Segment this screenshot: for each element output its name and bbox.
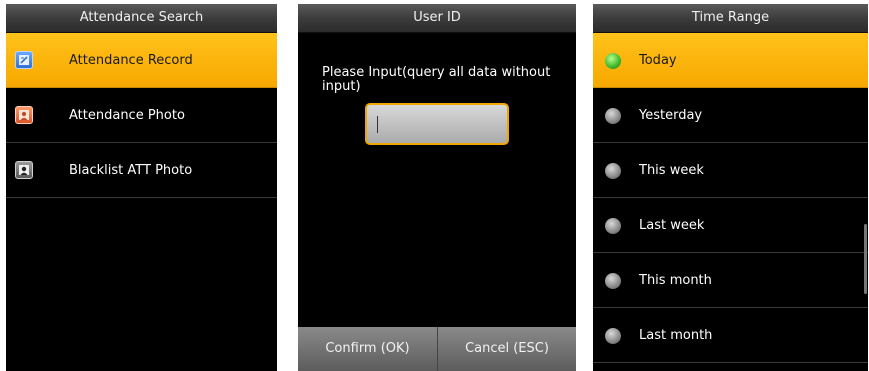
cancel-button[interactable]: Cancel (ESC) — [438, 327, 576, 371]
record-icon — [15, 51, 33, 69]
attendance-search-screen: Attendance Search Attendance Record Atte… — [6, 4, 277, 371]
option-label: Last week — [639, 218, 705, 233]
menu-item-blacklist-att-photo[interactable]: Blacklist ATT Photo — [6, 143, 277, 198]
input-prompt: Please Input(query all data without inpu… — [322, 65, 551, 94]
button-bar: Confirm (OK) Cancel (ESC) — [298, 327, 576, 371]
option-label: Last month — [639, 328, 713, 343]
radio-icon — [605, 328, 621, 344]
screen-title: User ID — [298, 4, 576, 33]
radio-icon — [605, 218, 621, 234]
option-label: This week — [639, 163, 704, 178]
radio-icon — [605, 273, 621, 289]
scrollbar[interactable] — [864, 224, 867, 294]
option-this-week[interactable]: This week — [593, 143, 868, 198]
text-caret — [377, 116, 378, 133]
menu-item-label: Blacklist ATT Photo — [69, 163, 193, 178]
time-range-screen: Time Range Today Yesterday This week Las… — [593, 4, 868, 371]
option-label: Yesterday — [639, 108, 703, 123]
option-last-month[interactable]: Last month — [593, 308, 868, 363]
confirm-button[interactable]: Confirm (OK) — [298, 327, 438, 371]
blacklist-photo-icon — [15, 161, 33, 179]
screen-title: Attendance Search — [6, 4, 277, 33]
radio-icon — [605, 163, 621, 179]
radio-selected-icon — [605, 53, 621, 69]
menu-item-attendance-photo[interactable]: Attendance Photo — [6, 88, 277, 143]
screen-title: Time Range — [593, 4, 868, 33]
menu-item-label: Attendance Photo — [69, 108, 185, 123]
menu-item-label: Attendance Record — [69, 53, 193, 68]
user-id-input[interactable] — [365, 103, 509, 145]
option-label: Today — [639, 53, 677, 68]
option-last-week[interactable]: Last week — [593, 198, 868, 253]
photo-icon — [15, 106, 33, 124]
menu-item-attendance-record[interactable]: Attendance Record — [6, 33, 277, 88]
option-today[interactable]: Today — [593, 33, 868, 88]
user-id-screen: User ID Please Input(query all data with… — [298, 4, 576, 371]
radio-icon — [605, 108, 621, 124]
option-label: This month — [639, 273, 712, 288]
option-yesterday[interactable]: Yesterday — [593, 88, 868, 143]
option-this-month[interactable]: This month — [593, 253, 868, 308]
